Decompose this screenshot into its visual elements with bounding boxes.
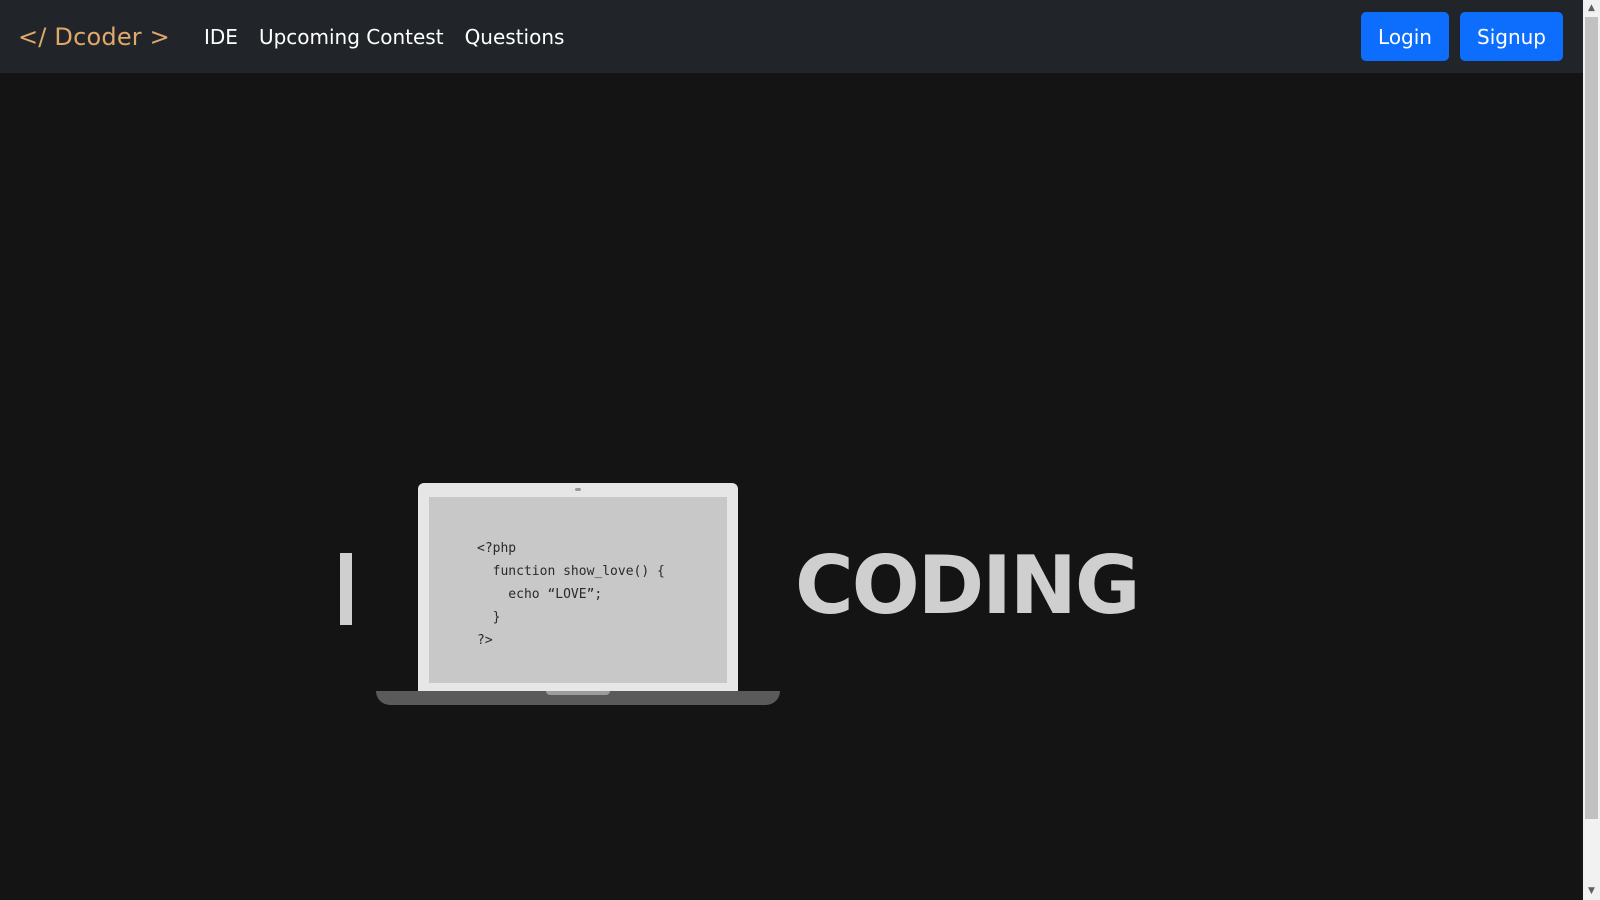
scroll-thumb[interactable]: [1585, 17, 1598, 819]
code-line: function show_love() {: [477, 564, 665, 579]
code-line: }: [477, 610, 501, 625]
code-line: <?php: [477, 541, 517, 556]
laptop-screen: <?php function show_love() { echo “LOVE”…: [429, 497, 727, 683]
scrollbar[interactable]: ▲ ▼: [1583, 0, 1600, 900]
nav-link-upcoming-contest[interactable]: Upcoming Contest: [259, 25, 444, 49]
camera-dot: [575, 488, 581, 491]
login-button[interactable]: Login: [1361, 12, 1449, 61]
auth-buttons: Login Signup: [1361, 12, 1563, 61]
laptop-icon: <?php function show_love() { echo “LOVE”…: [376, 483, 780, 713]
laptop-lid: <?php function show_love() { echo “LOVE”…: [418, 483, 738, 693]
hero-banner: <?php function show_love() { echo “LOVE”…: [0, 73, 1583, 900]
nav-link-ide[interactable]: IDE: [204, 25, 238, 49]
code-line: echo “LOVE”;: [477, 587, 603, 602]
hero-letter-i: [340, 553, 352, 625]
nav-links: IDE Upcoming Contest Questions: [204, 25, 564, 49]
scroll-down-icon[interactable]: ▼: [1583, 883, 1600, 900]
signup-button[interactable]: Signup: [1460, 12, 1563, 61]
brand-logo[interactable]: </ Dcoder >: [18, 23, 170, 51]
code-line: ?>: [477, 633, 493, 648]
navbar: </ Dcoder > IDE Upcoming Contest Questio…: [0, 0, 1583, 73]
hero-word-coding: CODING: [795, 539, 1141, 632]
laptop-notch: [546, 691, 610, 695]
scroll-up-icon[interactable]: ▲: [1583, 0, 1600, 17]
nav-link-questions[interactable]: Questions: [465, 25, 565, 49]
code-snippet: <?php function show_love() { echo “LOVE”…: [477, 537, 665, 652]
